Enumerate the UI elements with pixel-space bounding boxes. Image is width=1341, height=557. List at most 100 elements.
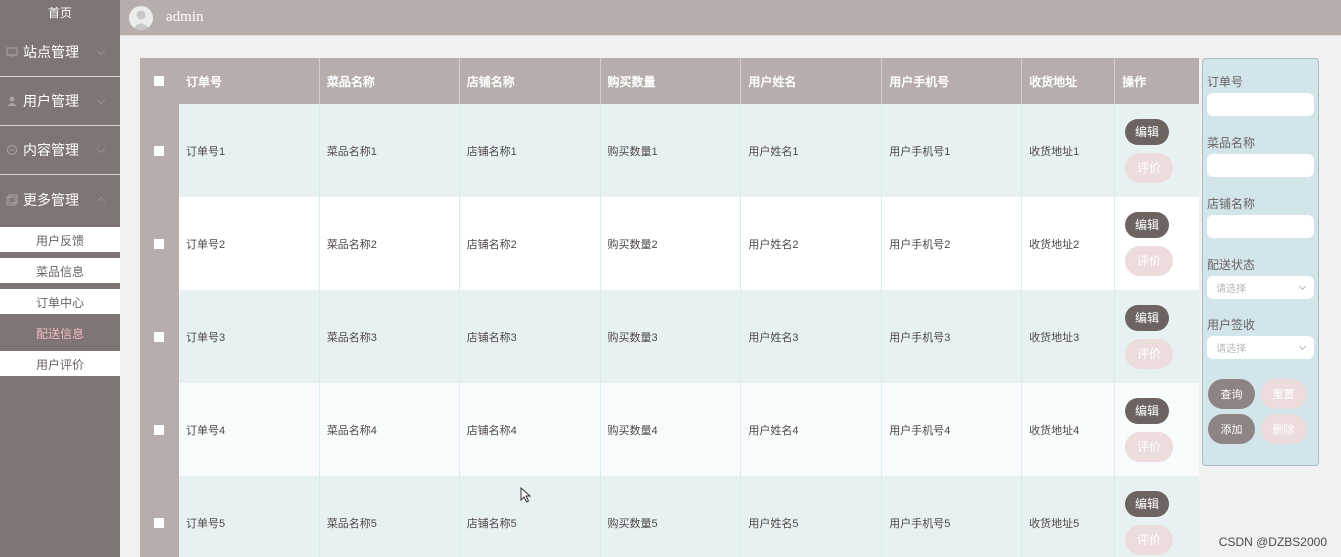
sidebar-group-site[interactable]: 站点管理 <box>0 28 120 77</box>
sidebar-group-content[interactable]: 内容管理 <box>0 126 120 175</box>
shop-label: 店铺名称 <box>1207 197 1256 211</box>
select-all-checkbox-cell <box>140 58 179 104</box>
select-all-checkbox[interactable] <box>154 76 165 86</box>
row-checkbox-cell <box>140 197 179 290</box>
cell-phone: 用户手机号4 <box>882 383 1023 476</box>
cell-name: 用户姓名5 <box>741 476 883 557</box>
cell-dish: 菜品名称3 <box>320 290 460 383</box>
cell-order-no: 订单号3 <box>179 290 320 383</box>
delete-button[interactable]: 删除 <box>1260 414 1307 444</box>
monitor-icon <box>6 46 18 58</box>
add-button[interactable]: 添加 <box>1208 414 1255 444</box>
query-button[interactable]: 查询 <box>1208 379 1255 409</box>
reset-button[interactable]: 重置 <box>1260 379 1307 409</box>
cell-order-no: 订单号4 <box>179 383 320 476</box>
orders-table: 订单号 菜品名称 店铺名称 购买数量 用户姓名 用户手机号 收货地址 操作 订单… <box>140 58 1199 557</box>
cell-actions: 编辑 评价 <box>1115 383 1199 476</box>
cell-dish: 菜品名称5 <box>320 476 460 557</box>
chevron-down-icon <box>96 46 106 56</box>
column-header: 店铺名称 <box>460 58 601 104</box>
dish-input[interactable] <box>1207 154 1314 177</box>
row-checkbox[interactable] <box>154 331 165 342</box>
column-header: 用户手机号 <box>882 58 1023 104</box>
select-placeholder: 请选择 <box>1216 284 1246 295</box>
sidebar-item-dishes[interactable]: 菜品信息 <box>0 258 120 286</box>
table-row: 订单号4 菜品名称4 店铺名称4 购买数量4 用户姓名4 用户手机号4 收货地址… <box>140 383 1199 476</box>
user-sign-select[interactable]: 请选择 <box>1207 336 1314 359</box>
column-header: 订单号 <box>179 58 320 104</box>
row-checkbox-cell <box>140 290 179 383</box>
cell-dish: 菜品名称4 <box>320 383 460 476</box>
watermark: CSDN @DZBS2000 <box>1218 535 1327 549</box>
delivery-status-label: 配送状态 <box>1207 258 1256 272</box>
delivery-status-select[interactable]: 请选择 <box>1207 276 1314 299</box>
cell-phone: 用户手机号5 <box>882 476 1023 557</box>
sidebar-group-user[interactable]: 用户管理 <box>0 77 120 126</box>
select-placeholder: 请选择 <box>1216 344 1246 355</box>
column-header: 菜品名称 <box>320 58 460 104</box>
row-checkbox[interactable] <box>154 517 165 528</box>
cell-qty: 购买数量1 <box>601 104 742 197</box>
cell-dish: 菜品名称2 <box>320 197 460 290</box>
sidebar-item-delivery[interactable]: 配送信息 <box>0 320 120 348</box>
cell-dish: 菜品名称1 <box>320 104 460 197</box>
sidebar-home[interactable]: 首页 <box>0 0 120 28</box>
cell-phone: 用户手机号1 <box>882 104 1023 197</box>
cell-qty: 购买数量3 <box>601 290 742 383</box>
sidebar-group-more[interactable]: 更多管理 <box>0 175 120 224</box>
cell-address: 收货地址2 <box>1022 197 1116 290</box>
cell-actions: 编辑 评价 <box>1115 104 1199 197</box>
user-avatar-icon[interactable] <box>129 5 153 30</box>
order-no-input[interactable] <box>1207 93 1314 116</box>
edit-button[interactable]: 编辑 <box>1125 211 1170 238</box>
edit-button[interactable]: 编辑 <box>1125 490 1170 517</box>
sidebar: 首页 站点管理 用户管理 内容管理 更多管理 用户反馈 菜品信息 订单中心 配送… <box>0 0 120 557</box>
username: admin <box>166 9 204 25</box>
sidebar-group-label: 站点管理 <box>23 44 79 60</box>
table-row: 订单号5 菜品名称5 店铺名称5 购买数量5 用户姓名5 用户手机号5 收货地址… <box>140 476 1199 557</box>
shop-input[interactable] <box>1207 215 1314 238</box>
cell-address: 收货地址3 <box>1022 290 1116 383</box>
sidebar-item-orders[interactable]: 订单中心 <box>0 289 120 317</box>
edit-button[interactable]: 编辑 <box>1125 118 1170 145</box>
rate-button[interactable]: 评价 <box>1125 152 1174 183</box>
row-checkbox[interactable] <box>154 238 165 249</box>
edit-button[interactable]: 编辑 <box>1125 304 1170 331</box>
cell-actions: 编辑 评价 <box>1115 197 1199 290</box>
cell-name: 用户姓名1 <box>741 104 883 197</box>
rate-button[interactable]: 评价 <box>1125 338 1174 369</box>
sidebar-item-reviews[interactable]: 用户评价 <box>0 351 120 379</box>
sidebar-item-feedback[interactable]: 用户反馈 <box>0 227 120 255</box>
rate-button[interactable]: 评价 <box>1125 524 1174 555</box>
row-checkbox[interactable] <box>154 145 165 156</box>
cell-qty: 购买数量4 <box>601 383 742 476</box>
column-header: 用户姓名 <box>741 58 883 104</box>
chevron-up-icon <box>96 196 106 206</box>
cell-order-no: 订单号5 <box>179 476 320 557</box>
cell-shop: 店铺名称3 <box>460 290 601 383</box>
row-checkbox-cell <box>140 476 179 557</box>
cell-order-no: 订单号2 <box>179 197 320 290</box>
sidebar-group-label: 内容管理 <box>23 142 79 158</box>
cell-qty: 购买数量5 <box>601 476 742 557</box>
filter-buttons: 查询 重置 添加 删除 <box>1207 379 1314 444</box>
cell-name: 用户姓名4 <box>741 383 883 476</box>
cell-shop: 店铺名称1 <box>460 104 601 197</box>
sidebar-group-label: 更多管理 <box>23 191 79 208</box>
more-icon <box>6 194 18 206</box>
row-checkbox[interactable] <box>154 424 165 435</box>
cell-address: 收货地址4 <box>1022 383 1116 476</box>
table-header: 订单号 菜品名称 店铺名称 购买数量 用户姓名 用户手机号 收货地址 操作 <box>140 58 1199 104</box>
rate-button[interactable]: 评价 <box>1125 431 1174 462</box>
rate-button[interactable]: 评价 <box>1125 245 1174 276</box>
table-row: 订单号3 菜品名称3 店铺名称3 购买数量3 用户姓名3 用户手机号3 收货地址… <box>140 290 1199 383</box>
user-icon <box>6 95 18 107</box>
header: admin <box>120 0 1341 36</box>
edit-button[interactable]: 编辑 <box>1125 397 1170 424</box>
cell-actions: 编辑 评价 <box>1115 290 1199 383</box>
cell-phone: 用户手机号2 <box>882 197 1023 290</box>
sidebar-group-label: 用户管理 <box>23 93 79 109</box>
cell-qty: 购买数量2 <box>601 197 742 290</box>
dish-label: 菜品名称 <box>1207 136 1256 150</box>
user-sign-label: 用户签收 <box>1207 318 1256 332</box>
